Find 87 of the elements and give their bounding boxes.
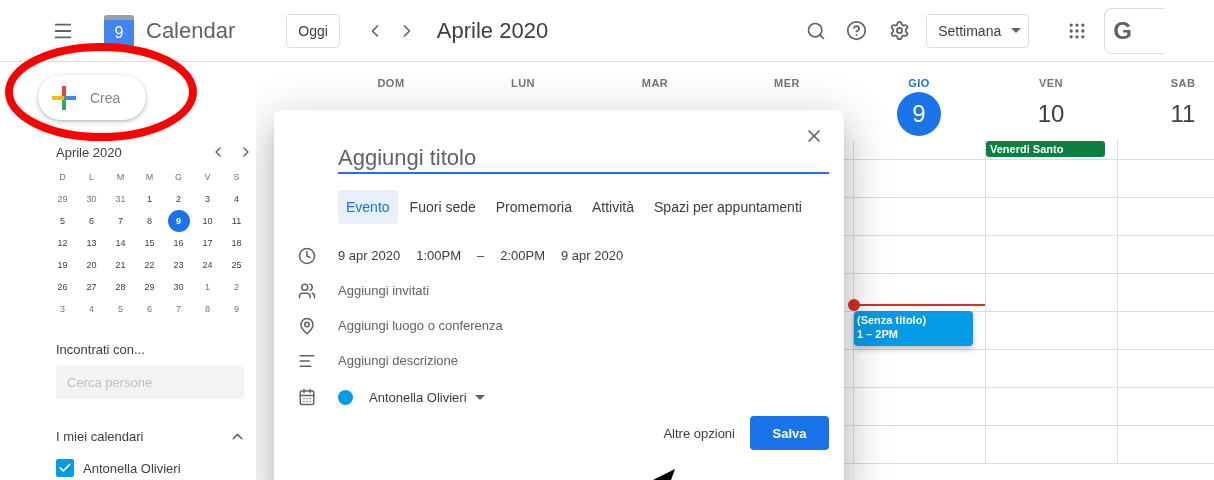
- mini-calendar-day[interactable]: 17: [196, 232, 219, 254]
- add-detail-link[interactable]: Aggiungi invitati: [338, 283, 430, 298]
- day-number[interactable]: 9: [897, 92, 941, 136]
- mini-calendar-day[interactable]: 13: [80, 232, 103, 254]
- mini-calendar-day[interactable]: 29: [138, 276, 161, 298]
- time-separator: –: [477, 248, 485, 263]
- weekday-label: G: [174, 171, 183, 184]
- account-button[interactable]: G: [1104, 7, 1165, 54]
- mini-calendar-day[interactable]: 10: [196, 210, 219, 232]
- mini-calendar-day[interactable]: 9: [225, 298, 248, 320]
- section-heading: Incontrati con...: [56, 342, 146, 357]
- weekday-label: MER: [774, 77, 800, 89]
- mini-calendar-day[interactable]: 25: [225, 254, 248, 276]
- weekday-label: GIO: [908, 77, 930, 89]
- end-time[interactable]: 2:00PM: [500, 248, 546, 263]
- add-detail-link[interactable]: Aggiungi luogo o conferenza: [338, 318, 503, 333]
- calendar-select[interactable]: Antonella Olivieri: [369, 389, 485, 405]
- mini-calendar-day[interactable]: 1: [138, 188, 161, 210]
- mini-calendar-day[interactable]: 18: [225, 232, 248, 254]
- weekday-label: LUN: [510, 77, 536, 89]
- mini-calendar-day[interactable]: 31: [109, 188, 132, 210]
- mini-calendar-day[interactable]: 7: [109, 210, 132, 232]
- add-detail-link[interactable]: Aggiungi descrizione: [338, 353, 458, 368]
- save-button[interactable]: Salva: [750, 416, 829, 450]
- mini-calendar-day[interactable]: 6: [80, 210, 103, 232]
- all-day-event[interactable]: Venerdi Santo: [986, 141, 1105, 157]
- create-button[interactable]: Crea: [38, 75, 146, 120]
- weekday-label: D: [58, 171, 67, 184]
- weekday-label: V: [203, 171, 212, 184]
- mini-calendar-day[interactable]: 27: [80, 276, 103, 298]
- today-button[interactable]: Oggi: [286, 13, 340, 48]
- mini-calendar-day[interactable]: 29: [51, 188, 74, 210]
- period-title: Aprile 2020: [436, 17, 549, 44]
- mini-calendar-day[interactable]: 30: [167, 276, 190, 298]
- weekday-label: VEN: [1038, 77, 1064, 89]
- app-name: Calendar: [146, 17, 236, 44]
- event-type-tab[interactable]: Spazi per appuntamenti: [646, 190, 810, 224]
- mini-calendar-day[interactable]: 23: [167, 254, 190, 276]
- start-time[interactable]: 1:00PM: [416, 248, 461, 263]
- mini-calendar-day[interactable]: 20: [80, 254, 103, 276]
- weekday-label: M: [115, 171, 126, 184]
- mini-calendar-day[interactable]: 26: [51, 276, 74, 298]
- mini-calendar-day[interactable]: 30: [80, 188, 103, 210]
- weekday-label: SAB: [1170, 77, 1196, 89]
- mini-calendar-day[interactable]: 2: [167, 188, 190, 210]
- mini-calendar-day[interactable]: 1: [196, 276, 219, 298]
- mini-calendar-day[interactable]: 8: [196, 298, 219, 320]
- day-number[interactable]: 10: [1029, 92, 1073, 136]
- mini-calendar-day[interactable]: 5: [109, 298, 132, 320]
- start-date[interactable]: 9 apr 2020: [338, 248, 401, 263]
- event-type-tab[interactable]: Fuori sede: [401, 190, 484, 224]
- end-date[interactable]: 9 apr 2020: [561, 248, 624, 263]
- event-type-tab[interactable]: Promemoria: [487, 190, 580, 224]
- mini-calendar-day[interactable]: 16: [167, 232, 190, 254]
- more-options-button[interactable]: Altre opzioni: [663, 425, 735, 441]
- view-dropdown[interactable]: Settimana: [926, 13, 1030, 48]
- weekday-label: L: [88, 171, 95, 184]
- day-number[interactable]: 11: [1161, 92, 1205, 136]
- weekday-label: DOM: [377, 77, 405, 89]
- mini-calendar-day[interactable]: 12: [51, 232, 74, 254]
- mini-calendar-day[interactable]: 28: [109, 276, 132, 298]
- weekday-label: S: [232, 171, 241, 184]
- mini-calendar-day[interactable]: 22: [138, 254, 161, 276]
- calendar-name: Antonella Olivieri: [83, 460, 181, 476]
- section-heading: I miei calendari: [56, 429, 145, 444]
- mini-calendar-day[interactable]: 8: [138, 210, 161, 232]
- mini-calendar-day[interactable]: 5: [51, 210, 74, 232]
- mini-calendar-day[interactable]: 19: [51, 254, 74, 276]
- mini-calendar-day[interactable]: 9: [167, 210, 190, 232]
- event-type-tab[interactable]: Attività: [584, 190, 642, 224]
- mini-calendar-day[interactable]: 4: [225, 188, 248, 210]
- mini-calendar-day[interactable]: 3: [51, 298, 74, 320]
- mini-calendar-day[interactable]: 11: [225, 210, 248, 232]
- mini-calendar-day[interactable]: 2: [225, 276, 248, 298]
- mini-calendar-day[interactable]: 4: [80, 298, 103, 320]
- mini-calendar-day[interactable]: 15: [138, 232, 161, 254]
- weekday-label: MAR: [641, 77, 669, 89]
- mini-calendar-day[interactable]: 21: [109, 254, 132, 276]
- mini-calendar-day[interactable]: 14: [109, 232, 132, 254]
- mini-calendar-title: Aprile 2020: [56, 144, 123, 160]
- weekday-label: M: [144, 171, 155, 184]
- calendar-logo: 9: [104, 14, 134, 47]
- mini-calendar-day[interactable]: 24: [196, 254, 219, 276]
- mini-calendar-day[interactable]: 3: [196, 188, 219, 210]
- mini-calendar-day[interactable]: 7: [167, 298, 190, 320]
- event-type-tab[interactable]: Evento: [338, 190, 398, 224]
- mini-calendar-day[interactable]: 6: [138, 298, 161, 320]
